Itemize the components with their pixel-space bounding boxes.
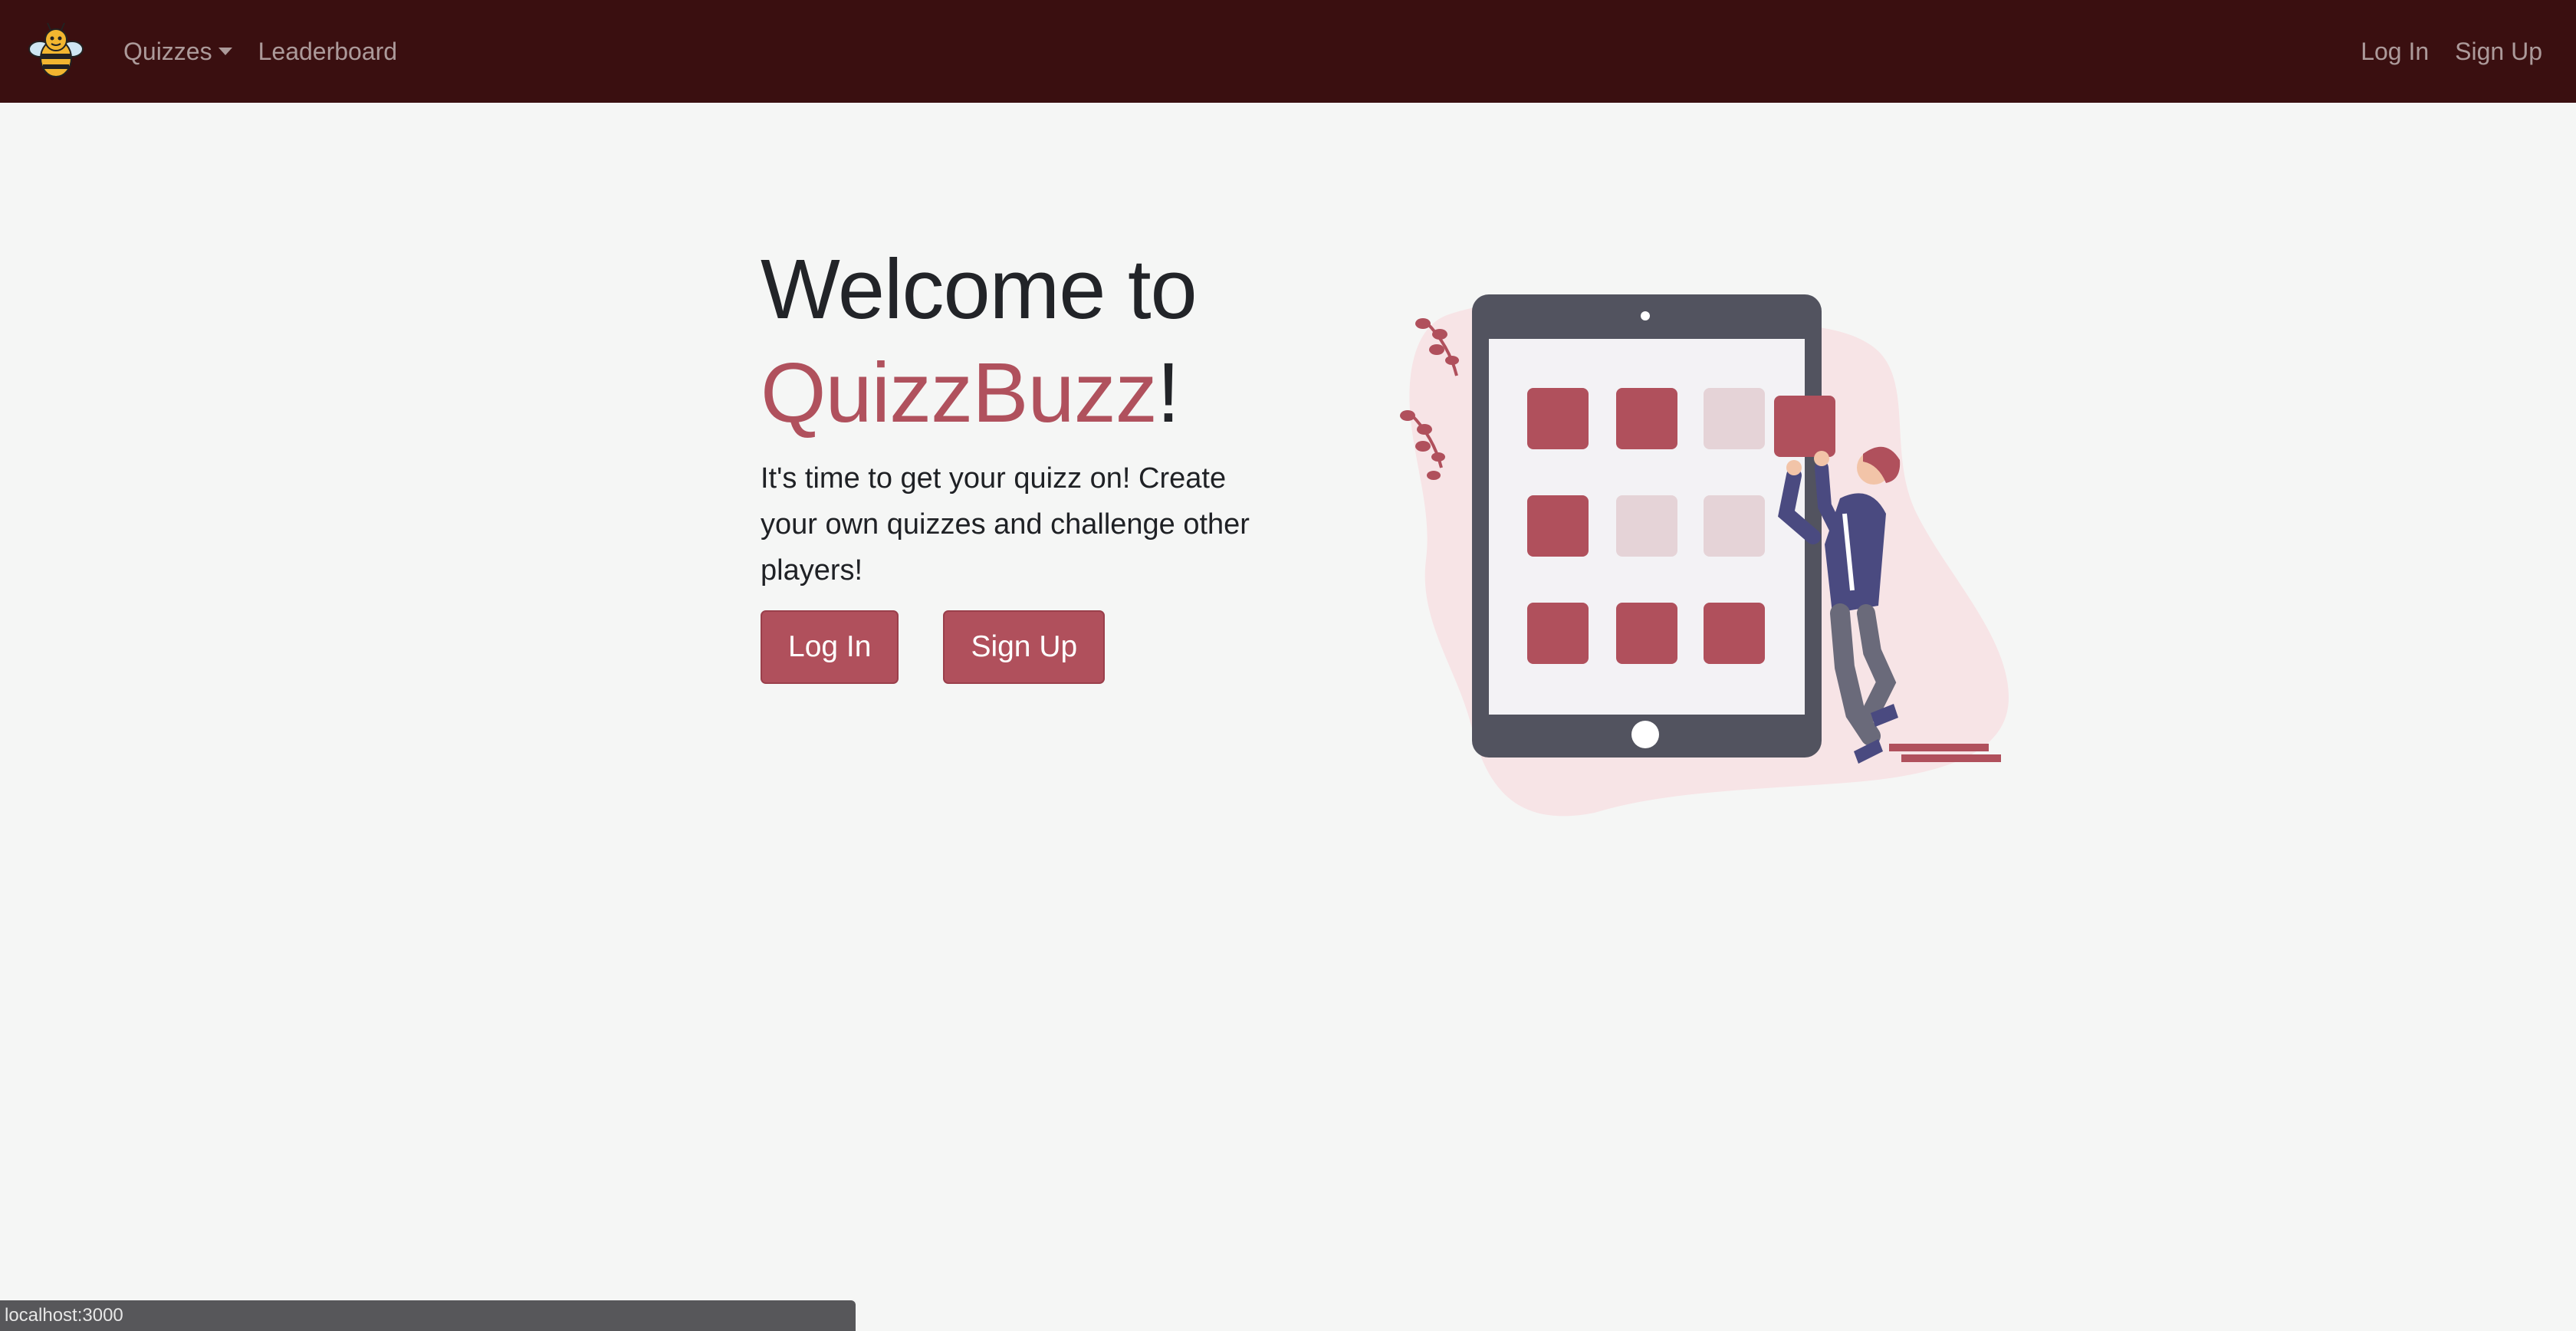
nav-signup-link[interactable]: Sign Up xyxy=(2455,38,2542,66)
quizzes-dropdown[interactable]: Quizzes xyxy=(123,38,232,66)
bee-logo-icon[interactable] xyxy=(23,18,89,84)
hero-brand-name: QuizzBuzz xyxy=(761,346,1158,440)
leaderboard-label: Leaderboard xyxy=(258,37,398,65)
hero-description: It's time to get your quizz on! Create y… xyxy=(761,462,1250,587)
leaderboard-link[interactable]: Leaderboard xyxy=(258,38,397,66)
nav-right: Log In Sign Up xyxy=(2361,0,2542,103)
hero-signup-button[interactable]: Sign Up xyxy=(943,610,1106,684)
tablet-illustration-icon xyxy=(1395,284,2024,820)
hero-buttons: Log In Sign Up xyxy=(761,610,1297,684)
hero: Welcome to QuizzBuzz! It's time to get y… xyxy=(761,238,1297,684)
hero-title: Welcome to QuizzBuzz! xyxy=(761,238,1297,445)
hero-login-button[interactable]: Log In xyxy=(761,610,899,684)
navbar: Quizzes Leaderboard Log In Sign Up xyxy=(0,0,2576,103)
hero-title-line1: Welcome to xyxy=(761,242,1198,337)
browser-status-bar: localhost:3000 xyxy=(0,1300,856,1331)
caret-down-icon xyxy=(218,48,232,55)
quizzes-label: Quizzes xyxy=(123,37,212,65)
nav-login-link[interactable]: Log In xyxy=(2361,38,2429,66)
nav-left: Quizzes Leaderboard xyxy=(123,0,397,103)
status-url: localhost:3000 xyxy=(5,1305,123,1326)
hero-exclaim: ! xyxy=(1156,346,1181,440)
